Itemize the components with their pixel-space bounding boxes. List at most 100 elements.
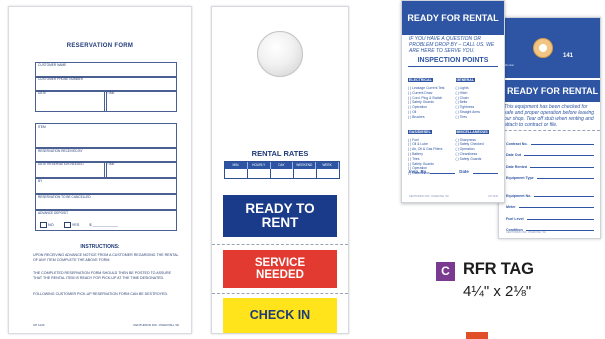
reinforced-hole-icon <box>533 38 553 58</box>
check-in-label: CHECK IN <box>249 308 311 323</box>
rates-header-row: MIN. HOURLY DAY WEEKEND WEEK <box>225 162 339 169</box>
rates-cell <box>271 169 294 178</box>
rfr-tag-back: 141 Rental READY FOR RENTAL This equipme… <box>498 17 601 239</box>
no-label: NO <box>48 223 54 227</box>
contract-no-field: Contract No. <box>506 134 594 146</box>
rental-rates-title: RENTAL RATES <box>251 149 309 158</box>
instruction-paragraph-1: UPON RECEIVING ADVANCE NOTICE FROM A CUS… <box>33 253 179 262</box>
deposit-field: ADVANCE DEPOSIT NO YES $ ____________ <box>35 209 177 231</box>
deposit-yes-option[interactable]: YES <box>63 222 80 228</box>
time-field: TIME <box>104 90 177 112</box>
deposit-no-option[interactable]: NO <box>40 222 54 228</box>
inspection-section-heading: GENERAL <box>455 78 476 82</box>
front-tag-company: CENTURION INC. OSHKOSH, WI <box>409 195 449 198</box>
back-tag-footer: CENTURION INC. OSHKOSH, WI <box>506 231 594 234</box>
inspection-divider <box>408 66 498 67</box>
deposit-options: NO YES $ ____________ <box>40 222 118 228</box>
inspection-section-heading: ELECTRICAL <box>408 78 433 82</box>
equipment-type-label: Equipment Type <box>506 176 534 180</box>
rental-rates-table: MIN. HOURLY DAY WEEKEND WEEK <box>224 161 340 179</box>
deposit-label: ADVANCE DEPOSIT <box>38 211 69 215</box>
inspection-section-heading: MISCELLANEOUS <box>455 129 489 134</box>
fuel-level-field: Fuel Level <box>506 209 594 221</box>
yes-checkbox[interactable] <box>63 222 71 228</box>
date-needed-label: DATE RESERVATION NEEDED <box>38 162 84 166</box>
rates-cell <box>248 169 271 178</box>
customer-phone-label: CUSTOMER PHONE NUMBER <box>38 77 84 81</box>
received-by-label: RESERVATION RECEIVED BY <box>38 149 83 153</box>
reservation-form-card: RESERVATION FORM CUSTOMER NAME CUSTOMER … <box>8 6 192 334</box>
stub-rental-label: Rental <box>505 63 514 67</box>
date-field: DATE <box>35 90 107 112</box>
reservation-form-title: RESERVATION FORM <box>66 43 134 49</box>
date-label: DATE <box>38 91 47 95</box>
time-label: TIME <box>107 91 115 95</box>
rates-value-row <box>225 169 339 178</box>
hang-hole-icon <box>257 31 303 77</box>
ready-line-1: READY TO <box>245 200 315 216</box>
date-out-label: Date Out <box>506 153 521 157</box>
inspection-item[interactable]: ( ) Tires <box>456 115 501 120</box>
rates-cell <box>294 169 317 178</box>
inspection-section-heading: GAS/DIESEL <box>408 129 432 134</box>
front-tag-question: IF YOU HAVE A QUESTION OR PROBLEM DROP B… <box>409 36 495 54</box>
instruction-paragraph-3: FOLLOWING CUSTOMER PICK-UP RESERVATION F… <box>33 292 169 296</box>
yes-label: YES <box>71 223 80 227</box>
equipment-no-field: Equipment No. <box>506 186 594 198</box>
by-label: BY <box>38 179 43 183</box>
date-rented-field: Date Rented <box>506 157 594 169</box>
inspection-item[interactable]: ( ) Safety Guards <box>456 157 501 162</box>
product-letter-badge: C <box>436 262 455 281</box>
date-rented-label: Date Rented <box>506 164 527 169</box>
back-tag-company: CENTURION INC. OSHKOSH, WI <box>506 231 546 234</box>
insp-by-label: Insp. By <box>409 169 427 174</box>
rates-col-week: WEEK <box>316 162 339 169</box>
dollar-label: $ <box>89 223 92 227</box>
front-tag-header: READY FOR RENTAL <box>402 1 504 35</box>
service-line-2: NEEDED <box>256 269 304 281</box>
rates-cell <box>317 169 339 178</box>
perforation-line <box>499 130 600 131</box>
front-tag-title: READY FOR RENTAL <box>407 13 499 23</box>
rental-status-tag: RENTAL RATES MIN. HOURLY DAY WEEKEND WEE… <box>211 6 349 334</box>
instructions-title: INSTRUCTIONS: <box>80 244 120 250</box>
ready-to-rent-band: READY TO RENT <box>223 195 337 237</box>
back-tag-fields: Contract No. Date Out Date Rented Equipm… <box>506 134 594 232</box>
next-product-edge <box>466 332 488 339</box>
item-field: ITEM <box>35 123 177 149</box>
inspection-column-right: GENERAL( ) Lights( ) Hitch( ) Chain( ) B… <box>455 68 501 176</box>
date-out-field: Date Out <box>506 146 594 157</box>
inspection-columns: ELECTRICAL( ) Leakage Current Test( ) Cu… <box>408 68 500 176</box>
product-size: 4¼" x 2⅛" <box>463 283 532 300</box>
perforation-line <box>212 293 348 294</box>
cancelled-label: RESERVATION TO BE CANCELLED <box>38 195 91 199</box>
fuel-level-label: Fuel Level <box>506 216 524 221</box>
reservation-form-footer: CP 1143 CENTURION INC. OSHKOSH, WI <box>33 323 179 327</box>
perforation-line <box>212 244 348 245</box>
back-tag-title: READY FOR RENTAL <box>499 80 600 102</box>
inspection-column-left: ELECTRICAL( ) Leakage Current Test( ) Cu… <box>408 68 453 176</box>
form-code: CP 1143 <box>33 323 45 327</box>
no-checkbox[interactable] <box>40 222 47 228</box>
service-needed-band: SERVICE NEEDED <box>223 250 337 288</box>
front-tag-footer: CENTURION INC. OSHKOSH, WI CP 1144 <box>409 195 498 198</box>
equipment-no-label: Equipment No. <box>506 193 532 198</box>
contract-no-label: Contract No. <box>506 141 528 146</box>
back-tag-body: This equipment has been checked for safe… <box>504 104 595 128</box>
date-label: Date <box>459 169 469 174</box>
rfr-tag-front: READY FOR RENTAL IF YOU HAVE A QUESTION … <box>401 0 505 203</box>
meter-label: Meter <box>506 205 516 209</box>
inspection-item[interactable]: ( ) Brushes <box>408 115 453 120</box>
ready-line-2: RENT <box>261 215 299 230</box>
front-tag-code: CP 1144 <box>488 195 498 198</box>
tag-number: 141 <box>563 53 574 59</box>
time-needed-label: TIME <box>107 162 115 166</box>
inspection-points-title: INSPECTION POINTS <box>417 57 489 64</box>
check-in-band: CHECK IN <box>223 298 337 333</box>
inspected-by-row: Insp. By Date <box>409 169 499 174</box>
meter-field: Meter <box>506 198 594 209</box>
rates-col-min: MIN. <box>225 162 248 169</box>
service-line-1: SERVICE <box>254 256 306 269</box>
rates-cell <box>225 169 248 178</box>
rates-col-day: DAY <box>271 162 294 169</box>
